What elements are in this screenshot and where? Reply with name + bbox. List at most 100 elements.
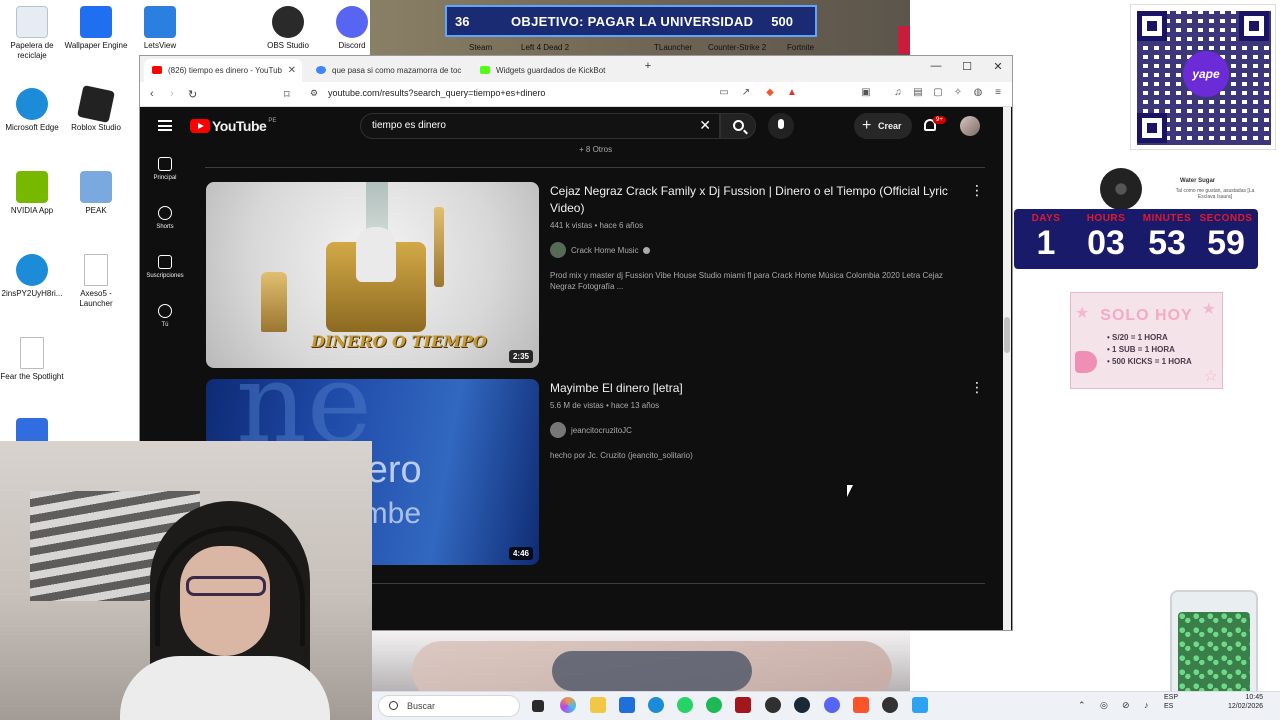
desktop-icon-peak[interactable]: PEAK: [64, 171, 128, 216]
desktop-icon-edge-shortcut[interactable]: 2insPY2UyH8ri...: [0, 254, 64, 299]
desktop-icon-tlauncher[interactable]: TLauncher: [654, 43, 692, 52]
tab-label: que pasa si como mazamorra de toc: [332, 66, 462, 75]
desktop-icon-recycle-bin[interactable]: Papelera de reciclaje: [0, 6, 64, 61]
new-tab-icon[interactable]: +: [634, 60, 662, 72]
file-explorer-icon[interactable]: [590, 697, 606, 713]
taskbar-search-placeholder: Buscar: [407, 701, 436, 711]
spotify-icon[interactable]: [706, 697, 722, 713]
forward-icon[interactable]: ›: [170, 88, 174, 100]
system-clock[interactable]: 10:45 12/02/2026: [1228, 693, 1263, 711]
desktop-icon-label: Microsoft Edge: [5, 123, 59, 132]
brave-icon[interactable]: [853, 697, 869, 713]
more-options-icon[interactable]: [970, 182, 984, 199]
shorts-icon: [158, 206, 172, 220]
brave-rewards-icon[interactable]: ▲: [786, 87, 798, 99]
discord-icon[interactable]: [824, 697, 840, 713]
you-icon: [158, 304, 172, 318]
whatsapp-icon[interactable]: [677, 697, 693, 713]
webcam-person-shirt: [120, 656, 330, 720]
menu-icon[interactable]: ≡: [992, 87, 1004, 99]
bookmark-icon[interactable]: ⌑: [284, 88, 290, 101]
steam-icon[interactable]: [794, 697, 810, 713]
notepad-icon[interactable]: [912, 697, 928, 713]
taskbar: Buscar ⌃ ◎ ⊘ ♪: [372, 691, 1280, 720]
channel-link[interactable]: jeancitocruzitoJC: [550, 422, 970, 438]
sidebar-item-subscriptions[interactable]: Suscripciones: [140, 255, 190, 304]
input-language[interactable]: ESP ES: [1164, 693, 1178, 711]
desktop-icon-steam[interactable]: Steam: [469, 43, 492, 52]
clear-search-icon[interactable]: ✕: [699, 117, 711, 134]
obs-icon[interactable]: [765, 697, 781, 713]
desktop-icon-left4dead2[interactable]: Left 4 Dead 2: [521, 43, 569, 52]
edge-icon[interactable]: [648, 697, 664, 713]
desktop-icon-wallpaper-engine[interactable]: Wallpaper Engine: [64, 6, 128, 51]
desktop-icon-label: OBS Studio: [267, 41, 309, 50]
tab-kickbot[interactable]: Widgets guardados de KickBot: [472, 59, 630, 82]
network-icon[interactable]: ◎: [1100, 700, 1108, 711]
create-button[interactable]: + Crear: [854, 113, 912, 139]
extensions-icon[interactable]: ▣: [860, 87, 872, 99]
cast-icon[interactable]: ▭: [718, 87, 730, 99]
desktop-icon-obs[interactable]: OBS Studio: [256, 6, 320, 51]
sidebar-item-home[interactable]: Principal: [140, 157, 190, 206]
more-results-link[interactable]: + 8 Otros: [579, 145, 612, 154]
task-view-icon[interactable]: [532, 700, 544, 712]
desktop-icon-letsview[interactable]: LetsView: [128, 6, 192, 51]
desktop-icon-edge[interactable]: Microsoft Edge: [0, 88, 64, 133]
channel-link[interactable]: Crack Home Music: [550, 242, 970, 258]
search-input[interactable]: tiempo es dinero ✕: [360, 113, 720, 139]
account-avatar[interactable]: [960, 116, 980, 136]
video-meta: 441 k vistas • hace 6 años: [550, 221, 644, 230]
microphone-icon[interactable]: ♪: [1144, 700, 1149, 710]
leo-ai-icon[interactable]: ✧: [952, 87, 964, 99]
desktop-icon-axeso5[interactable]: Axeso5 - Launcher: [64, 254, 128, 309]
sidebar-item-you[interactable]: Tú: [140, 304, 190, 353]
video-title[interactable]: Cejaz Negraz Crack Family x Dj Fussion |…: [550, 183, 970, 217]
share-icon[interactable]: ↗: [740, 87, 752, 99]
url-field[interactable]: youtube.com/results?search_query=tiempo+…: [328, 88, 545, 98]
app-icon[interactable]: [735, 697, 751, 713]
show-hidden-icons-icon[interactable]: ⌃: [1078, 700, 1086, 711]
sidebar-toggle-icon[interactable]: ▤: [912, 87, 924, 99]
desktop-icon-nvidia[interactable]: NVIDIA App: [0, 171, 64, 216]
music-icon[interactable]: ♫: [892, 87, 904, 99]
maximize-icon[interactable]: ☐: [953, 60, 981, 73]
edge-icon: [16, 88, 48, 120]
video-thumbnail[interactable]: DINERO O TIEMPO 2:35: [206, 182, 539, 368]
desktop-icon-label: Discord: [338, 41, 366, 50]
video-title[interactable]: Mayimbe El dinero [letra]: [550, 380, 970, 397]
desktop-icon-discord[interactable]: Discord: [320, 6, 384, 51]
store-icon[interactable]: [619, 697, 635, 713]
sidebar-item-shorts[interactable]: Shorts: [140, 206, 190, 255]
copilot-icon[interactable]: [560, 697, 576, 713]
tab-google[interactable]: que pasa si como mazamorra de toc: [308, 59, 466, 82]
desktop-icon-label: Wallpaper Engine: [64, 41, 128, 50]
more-options-icon[interactable]: [970, 379, 984, 396]
desktop-icon-roblox-studio[interactable]: Roblox Studio: [64, 85, 128, 133]
taskbar-search[interactable]: Buscar: [378, 695, 520, 717]
search-button[interactable]: [720, 113, 756, 139]
hamburger-menu-icon[interactable]: [158, 120, 172, 131]
youtube-logo[interactable]: YouTube PE: [190, 118, 276, 134]
app-icon[interactable]: [882, 697, 898, 713]
peak-icon: [80, 171, 112, 203]
tab-youtube[interactable]: (826) tiempo es dinero - YouTub ✕: [144, 59, 302, 82]
vpn-icon[interactable]: ◍: [972, 87, 984, 99]
desktop-icon-label: LetsView: [143, 41, 177, 50]
site-info-icon[interactable]: ⚙: [310, 88, 318, 99]
app-tray-icon[interactable]: ⊘: [1122, 700, 1130, 711]
minimize-icon[interactable]: —: [922, 60, 950, 72]
desktop-icon-fear-the-spotlight[interactable]: Fear the Spotlight: [0, 337, 64, 382]
close-tab-icon[interactable]: ✕: [288, 59, 296, 82]
reload-icon[interactable]: ↻: [188, 88, 197, 101]
now-playing-widget: Water Sugar Tal como me gustan, asustada…: [1100, 168, 1268, 210]
page-scrollbar[interactable]: [1003, 107, 1011, 630]
wallet-icon[interactable]: ▢: [932, 87, 944, 99]
back-icon[interactable]: ‹: [150, 88, 154, 100]
scrollbar-thumb[interactable]: [1004, 317, 1010, 353]
voice-search-icon[interactable]: [768, 113, 794, 139]
desktop-icon-counter-strike[interactable]: Counter-Strike 2: [708, 43, 766, 52]
close-window-icon[interactable]: ✕: [984, 60, 1012, 73]
desktop-icon-fortnite[interactable]: Fortnite: [787, 43, 814, 52]
brave-shield-icon[interactable]: ◆: [764, 87, 776, 99]
